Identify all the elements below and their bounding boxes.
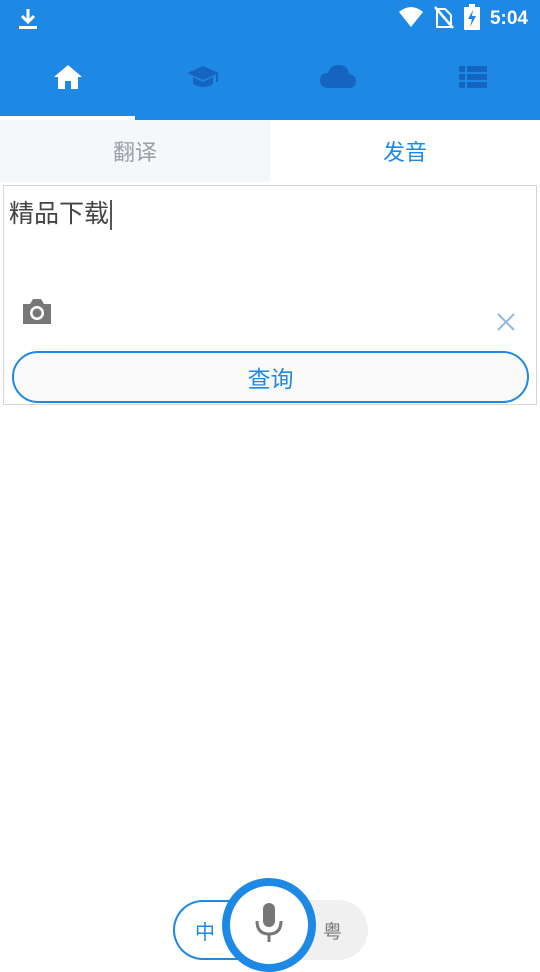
input-card: 精品下载 查询	[3, 185, 537, 405]
nav-home[interactable]	[0, 38, 135, 120]
tab-translate[interactable]: 翻译	[0, 120, 270, 182]
wifi-icon	[398, 6, 424, 32]
nav-list[interactable]	[405, 38, 540, 120]
home-icon	[53, 63, 83, 95]
cantonese-option[interactable]: 粤	[323, 917, 342, 944]
mode-tabs: 翻译 发音	[0, 120, 540, 182]
clear-icon[interactable]	[496, 312, 516, 336]
graduation-cap-icon	[186, 63, 220, 95]
download-icon	[17, 7, 39, 35]
status-bar: 5:04	[0, 0, 540, 38]
mandarin-option[interactable]: 中	[195, 916, 215, 945]
camera-icon[interactable]	[21, 297, 53, 329]
microphone-icon	[252, 901, 286, 949]
tab-pronounce[interactable]: 发音	[270, 120, 540, 182]
clock-time: 5:04	[489, 8, 528, 29]
cloud-icon	[319, 64, 357, 94]
list-icon	[458, 65, 487, 93]
text-cursor	[110, 200, 113, 230]
nav-cloud[interactable]	[270, 38, 405, 120]
battery-charging-icon	[463, 4, 480, 34]
text-input[interactable]: 精品下载	[9, 194, 113, 230]
input-value: 精品下载	[9, 199, 110, 228]
query-button[interactable]: 查询	[12, 351, 529, 403]
voice-input-bar: 中 粤	[173, 878, 368, 972]
nav-learn[interactable]	[135, 38, 270, 120]
no-sim-icon	[434, 5, 454, 33]
mic-button[interactable]	[222, 878, 316, 972]
top-nav-bar	[0, 38, 540, 120]
